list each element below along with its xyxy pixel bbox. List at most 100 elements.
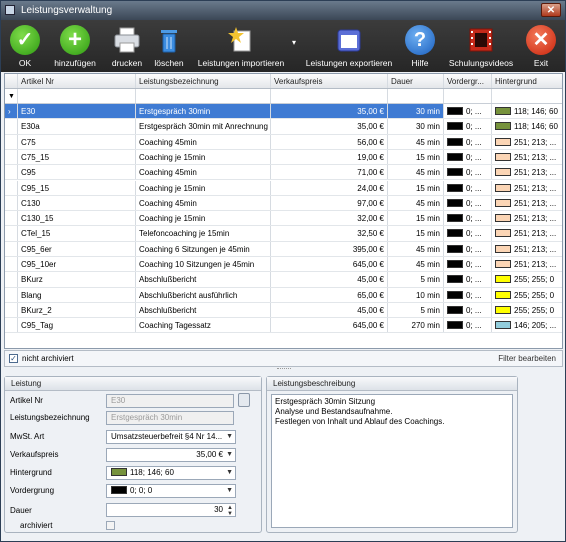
cell-vordergrund: 0; ... [444, 241, 492, 256]
filter-cell-artikel[interactable] [18, 89, 136, 103]
col-header-dauer[interactable]: Dauer [388, 74, 444, 88]
table-row[interactable]: C130_15 Coaching je 15min 32,00 €15 min 0; … [5, 211, 562, 227]
color-swatch [495, 321, 511, 330]
cell-verkaufspreis: 97,00 € [271, 195, 388, 211]
artikel-field[interactable]: E30 [106, 394, 234, 408]
cell-verkaufspreis: 45,00 € [271, 302, 388, 318]
color-swatch [111, 468, 127, 476]
not-archived-checkbox[interactable]: ✓ [9, 354, 18, 363]
col-header-artikel[interactable]: Artikel Nr [18, 74, 136, 88]
cell-vordergrund: 0; ... [444, 302, 492, 318]
dauer-stepper[interactable]: 30 ▲ ▼ [106, 503, 236, 517]
cell-verkaufspreis: 24,00 € [271, 180, 388, 195]
verkaufspreis-field[interactable]: 35,00 € ▼ [106, 448, 236, 462]
color-swatch [495, 152, 511, 161]
color-swatch [447, 137, 463, 146]
add-button[interactable]: + hinzufügen [49, 23, 101, 71]
color-swatch [495, 137, 511, 146]
window-close-button[interactable]: ✕ [541, 3, 561, 17]
col-header-vordergrund[interactable]: Vordergr... [444, 74, 492, 88]
table-row[interactable]: C95_10er Coaching 10 Sitzungen je 45min 64… [5, 257, 562, 273]
table-row[interactable]: C95_15 Coaching je 15min 24,00 €15 min 0; .… [5, 180, 562, 196]
filter-cell-dauer[interactable] [388, 89, 444, 103]
cell-artikel: Blang [18, 287, 136, 302]
table-row[interactable]: E30a Erstgespräch 30min mit Anrechnung 35,… [5, 119, 562, 135]
cell-bezeichnung: Coaching 45min [136, 165, 271, 180]
check-icon: ✓ [10, 25, 40, 55]
col-header-verkaufspreis[interactable]: Verkaufspreis [271, 74, 388, 88]
filter-cell-verkaufspreis[interactable] [271, 89, 388, 103]
printer-icon [114, 27, 140, 53]
cell-dauer: 15 min [388, 149, 444, 165]
artikel-label: Artikel Nr [10, 396, 43, 405]
table-row[interactable]: CTel_15 Telefoncoaching je 15min 32,50 €15… [5, 226, 562, 242]
vordergrund-select[interactable]: 0; 0; 0 ▼ [106, 484, 236, 498]
table-row[interactable]: C95_Tag Coaching Tagessatz 645,00 €270 min… [5, 318, 562, 334]
help-button[interactable]: ? Hilfe [401, 23, 439, 71]
bezeichnung-field[interactable]: Erstgespräch 30min [106, 411, 234, 425]
table-row[interactable]: C95_6er Coaching 6 Sitzungen je 45min 395,… [5, 241, 562, 257]
cell-artikel: C95_15 [18, 180, 136, 195]
cell-verkaufspreis: 56,00 € [271, 134, 388, 149]
videos-button[interactable]: Schulungsvideos [445, 23, 517, 71]
dauer-label: Dauer [10, 506, 32, 515]
cell-bezeichnung: Abschlußbericht [136, 272, 271, 287]
cell-vordergrund: 0; ... [444, 287, 492, 302]
import-button[interactable]: Leistungen importieren [193, 23, 289, 71]
edit-filter-link[interactable]: Filter bearbeiten [498, 354, 556, 363]
cell-dauer: 10 min [388, 287, 444, 302]
color-swatch [447, 275, 463, 284]
ok-button[interactable]: ✓ OK [7, 23, 43, 71]
filter-cell-vordergrund[interactable] [444, 89, 492, 103]
cell-verkaufspreis: 45,00 € [271, 272, 388, 287]
table-row[interactable]: C95 Coaching 45min 71,00 €45 min 0; ... 251;… [5, 165, 562, 181]
export-calendar-icon [337, 29, 361, 52]
exit-button[interactable]: ✕ Exit [523, 23, 559, 71]
table-row[interactable]: BKurz_2 Abschlußbericht 45,00 €5 min 0; ...… [5, 302, 562, 319]
filter-icon: ▼ [5, 89, 18, 103]
description-textarea[interactable]: Erstgespräch 30min Sitzung Analyse und B… [271, 394, 513, 528]
table-row[interactable]: C130 Coaching 45min 97,00 €45 min 0; ... 251… [5, 195, 562, 212]
lock-icon[interactable] [238, 393, 250, 407]
print-button[interactable]: drucken [107, 23, 147, 71]
cell-artikel: C75 [18, 134, 136, 149]
table-row[interactable]: C75 Coaching 45min 56,00 €45 min 0; ... 251;… [5, 134, 562, 150]
cell-bezeichnung: Coaching je 15min [136, 211, 271, 226]
filter-cell-bezeichnung[interactable] [136, 89, 271, 103]
help-icon: ? [405, 25, 435, 55]
cell-vordergrund: 0; ... [444, 165, 492, 180]
mwst-select[interactable]: Umsatzsteuerbefreit §4 Nr 14... ▼ [106, 430, 236, 444]
cell-dauer: 5 min [388, 302, 444, 318]
cell-vordergrund: 0; ... [444, 180, 492, 195]
splitter-handle[interactable] [277, 368, 291, 371]
row-indicator [5, 149, 18, 165]
cell-bezeichnung: Coaching 10 Sitzungen je 45min [136, 257, 271, 272]
cell-vordergrund: 0; ... [444, 272, 492, 287]
col-header-bezeichnung[interactable]: Leistungsbezeichnung [136, 74, 271, 88]
export-button[interactable]: Leistungen exportieren [301, 23, 397, 71]
row-indicator [5, 226, 18, 241]
spinner-icon[interactable]: ▲ ▼ [227, 505, 233, 516]
not-archived-label: nicht archiviert [22, 354, 74, 363]
cell-verkaufspreis: 32,00 € [271, 211, 388, 226]
archiviert-checkbox[interactable] [106, 521, 115, 530]
cell-artikel: BKurz_2 [18, 302, 136, 318]
table-row[interactable]: › E30 Erstgespräch 30min 35,00 €30 min 0; ..… [5, 104, 562, 120]
table-row[interactable]: C75_15 Coaching je 15min 19,00 €15 min 0; .… [5, 149, 562, 166]
table-row[interactable]: BKurz Abschlußbericht 45,00 €5 min 0; ... 25… [5, 272, 562, 288]
app-icon [5, 5, 15, 15]
cell-hintergrund: 251; 213; ... [492, 226, 562, 240]
delete-button[interactable]: löschen [151, 23, 187, 71]
color-swatch [495, 275, 511, 284]
cell-artikel: BKurz [18, 272, 136, 287]
cell-artikel: C95_Tag [18, 318, 136, 333]
hintergrund-select[interactable]: 118; 146; 60 ▼ [106, 466, 236, 480]
cell-hintergrund: 251; 213; ... [492, 135, 562, 149]
cell-bezeichnung: Coaching je 15min [136, 180, 271, 195]
grid-header: Artikel Nr Leistungsbezeichnung Verkaufs… [5, 74, 562, 89]
cell-hintergrund: 251; 213; ... [492, 150, 562, 164]
filter-cell-hintergrund[interactable] [492, 89, 562, 103]
cell-dauer: 270 min [388, 318, 444, 333]
col-header-hintergrund[interactable]: Hintergrund [492, 74, 562, 88]
table-row[interactable]: Blang Abschlußbericht ausführlich 65,00 €1… [5, 287, 562, 303]
